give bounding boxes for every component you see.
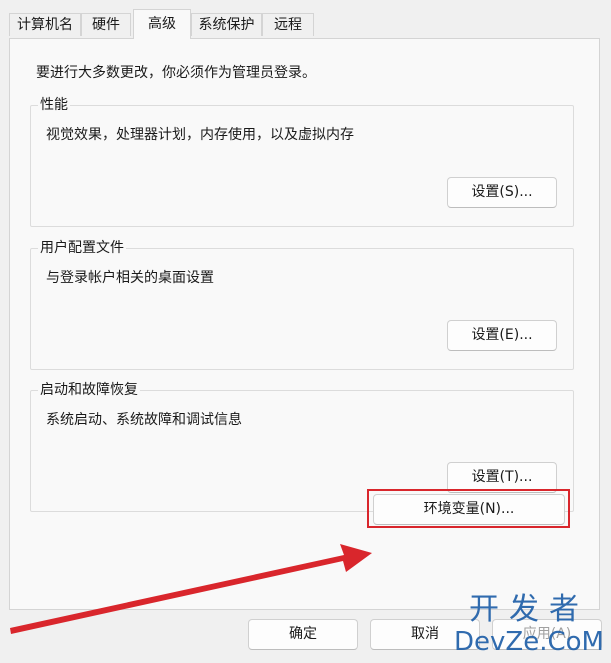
startup-recovery-description: 系统启动、系统故障和调试信息	[46, 412, 242, 428]
user-profiles-description: 与登录帐户相关的桌面设置	[46, 270, 214, 286]
tab-system-protection[interactable]: 系统保护	[191, 13, 262, 36]
highlight-box	[367, 489, 570, 528]
performance-settings-button[interactable]: 设置(S)...	[447, 177, 557, 208]
user-profiles-group: 用户配置文件 与登录帐户相关的桌面设置 设置(E)...	[30, 238, 574, 370]
user-profiles-settings-button[interactable]: 设置(E)...	[447, 320, 557, 351]
admin-note: 要进行大多数更改，你必须作为管理员登录。	[36, 65, 316, 81]
performance-title: 性能	[38, 95, 70, 115]
ok-button[interactable]: 确定	[248, 619, 358, 650]
watermark-en: DevZe.CoM	[454, 627, 604, 657]
tab-strip: 计算机名 硬件 高级 系统保护 远程	[0, 0, 611, 39]
performance-group: 性能 视觉效果，处理器计划，内存使用，以及虚拟内存 设置(S)...	[30, 95, 574, 227]
watermark-cn: 开发者	[469, 592, 589, 627]
performance-description: 视觉效果，处理器计划，内存使用，以及虚拟内存	[46, 127, 354, 143]
watermark-logo: 开发者 DevZe.CoM	[454, 594, 604, 660]
tab-remote[interactable]: 远程	[262, 13, 314, 36]
tab-hardware[interactable]: 硬件	[81, 13, 131, 36]
tab-advanced[interactable]: 高级	[133, 9, 191, 39]
tab-computer-name[interactable]: 计算机名	[9, 13, 81, 36]
startup-recovery-title: 启动和故障恢复	[38, 380, 140, 400]
user-profiles-title: 用户配置文件	[38, 238, 126, 258]
